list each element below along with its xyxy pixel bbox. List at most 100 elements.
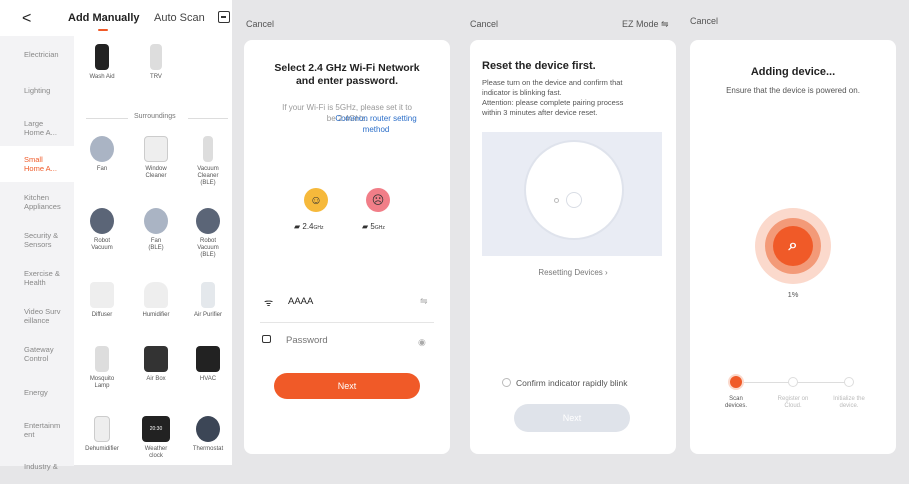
eye-icon[interactable]: ◉ xyxy=(418,337,426,348)
ez-mode-toggle[interactable]: EZ Mode ⇋ xyxy=(622,19,669,30)
category-item-active[interactable]: Small Home A... xyxy=(0,146,74,182)
reset-instructions: Please turn on the device and confirm th… xyxy=(482,78,624,117)
device-trv[interactable]: TRV xyxy=(130,44,182,81)
back-icon[interactable]: < xyxy=(22,10,31,28)
device-label: Fan xyxy=(96,166,108,172)
step-dot-active xyxy=(730,376,742,388)
weather-clock-icon: 20:30 xyxy=(142,416,170,442)
category-item[interactable]: Exercise & Health xyxy=(0,260,74,296)
trv-icon xyxy=(150,44,162,70)
band-2g-unit: GHz xyxy=(313,225,324,231)
wifi-icon: ᯤ xyxy=(264,298,274,309)
device-wash-aid[interactable]: Wash Aid xyxy=(76,44,128,81)
band-5g-unit: GHz xyxy=(374,225,385,231)
device-label: Mosquito Lamp xyxy=(89,376,115,389)
band-2g-value: 2.4 xyxy=(302,222,314,231)
active-tab-indicator xyxy=(98,29,108,31)
device-grid: Wash Aid TRV Surroundings Fan Window Cle… xyxy=(74,36,234,466)
mosquito-lamp-icon xyxy=(95,346,109,372)
device-label: Robot Vacuum xyxy=(91,238,113,251)
device-robot-vacuum[interactable]: Robot Vacuum xyxy=(76,208,128,252)
happy-face-icon: ☺ xyxy=(304,188,328,212)
router-setting-link[interactable]: Common router setting method xyxy=(316,113,436,135)
category-item[interactable]: Industry & xyxy=(0,448,74,484)
device-label: Fan (BLE) xyxy=(148,238,164,251)
band-5g-label: ▰ 5GHz xyxy=(362,222,385,231)
device-label: Air Purifier xyxy=(193,312,222,318)
search-icon: ⌕ xyxy=(773,226,813,266)
next-button-disabled[interactable]: Next xyxy=(514,404,630,432)
category-item[interactable]: Energy xyxy=(0,374,74,410)
device-vacuum-ble[interactable]: Vacuum Cleaner (BLE) xyxy=(182,136,234,187)
tab-add-manually[interactable]: Add Manually xyxy=(68,12,140,31)
ssid-input[interactable]: AAAA xyxy=(288,296,313,307)
category-item[interactable]: Gateway Control xyxy=(0,336,74,372)
robot-vacuum-icon xyxy=(90,208,114,234)
confirm-label: Confirm indicator rapidly blink xyxy=(516,378,628,388)
device-label: Window Cleaner xyxy=(145,166,167,179)
tab-auto-scan[interactable]: Auto Scan xyxy=(154,12,205,24)
cancel-button[interactable]: Cancel xyxy=(690,16,718,26)
device-label: Dehumidifier xyxy=(85,446,119,452)
adding-device-card: Adding device... Ensure that the device … xyxy=(690,40,896,454)
fan-icon xyxy=(90,136,114,162)
device-robot-vacuum-ble[interactable]: Robot Vacuum (BLE) xyxy=(182,208,234,259)
reset-illustration xyxy=(482,132,662,256)
page-subtitle: Ensure that the device is powered on. xyxy=(726,86,860,95)
device-window-cleaner[interactable]: Window Cleaner xyxy=(130,136,182,180)
add-device-panel: < Add Manually Auto Scan Electrician Lig… xyxy=(0,0,234,484)
air-purifier-icon xyxy=(201,282,215,308)
device-label: Thermostat xyxy=(192,446,224,452)
cancel-button[interactable]: Cancel xyxy=(470,19,498,29)
divider xyxy=(188,118,228,119)
confirm-checkbox[interactable] xyxy=(502,378,511,387)
scan-icon[interactable] xyxy=(218,11,230,23)
category-item[interactable]: Security & Sensors xyxy=(0,222,74,258)
step-dot xyxy=(844,377,854,387)
switch-network-icon[interactable]: ⇋ xyxy=(420,296,428,307)
step-dot xyxy=(788,377,798,387)
robot-vacuum-icon xyxy=(196,208,220,234)
thermostat-icon xyxy=(196,416,220,442)
device-hvac[interactable]: HVAC xyxy=(182,346,234,383)
tab-add-manually-label: Add Manually xyxy=(68,12,140,24)
progress-ring: ⌕ xyxy=(755,208,831,284)
band-2g-label: ▰ 2.4GHz xyxy=(294,222,324,231)
category-item[interactable]: Video Surv eillance xyxy=(0,298,74,334)
device-fan[interactable]: Fan xyxy=(76,136,128,173)
category-item[interactable]: Kitchen Appliances xyxy=(0,184,74,220)
device-air-purifier[interactable]: Air Purifier xyxy=(182,282,234,319)
device-fan-ble[interactable]: Fan (BLE) xyxy=(130,208,182,252)
category-item[interactable]: Large Home A... xyxy=(0,110,74,146)
resetting-devices-link[interactable]: Resetting Devices › xyxy=(470,268,676,277)
category-item[interactable]: Electrician xyxy=(0,36,74,72)
window-cleaner-icon xyxy=(144,136,168,162)
device-air-box[interactable]: Air Box xyxy=(130,346,182,383)
device-label: Diffuser xyxy=(91,312,113,318)
indicator-light-icon xyxy=(554,198,559,203)
cancel-button[interactable]: Cancel xyxy=(246,19,274,29)
device-mosquito-lamp[interactable]: Mosquito Lamp xyxy=(76,346,128,390)
hvac-icon xyxy=(196,346,220,372)
device-label: HVAC xyxy=(199,376,217,382)
divider xyxy=(86,118,128,119)
device-weather-clock[interactable]: 20:30 Weather clock xyxy=(130,416,182,460)
step-label: Initialize the device. xyxy=(833,396,865,409)
device-humidifier[interactable]: Humidifier xyxy=(130,282,182,319)
device-label: Robot Vacuum (BLE) xyxy=(197,238,219,258)
page-title: Adding device... xyxy=(750,66,836,78)
device-dehumidifier[interactable]: Dehumidifier xyxy=(76,416,128,453)
device-label: Air Box xyxy=(146,376,166,382)
wash-aid-icon xyxy=(95,44,109,70)
diffuser-icon xyxy=(90,282,114,308)
device-label: Vacuum Cleaner (BLE) xyxy=(197,166,219,186)
device-label: Weather clock xyxy=(144,446,168,459)
category-item[interactable]: Entertainm ent xyxy=(0,412,74,448)
next-button[interactable]: Next xyxy=(274,373,420,399)
fan-icon xyxy=(144,208,168,234)
category-item[interactable]: Lighting xyxy=(0,72,74,108)
device-diffuser[interactable]: Diffuser xyxy=(76,282,128,319)
divider xyxy=(260,322,434,323)
device-thermostat[interactable]: Thermostat xyxy=(182,416,234,453)
password-input[interactable] xyxy=(286,335,406,346)
